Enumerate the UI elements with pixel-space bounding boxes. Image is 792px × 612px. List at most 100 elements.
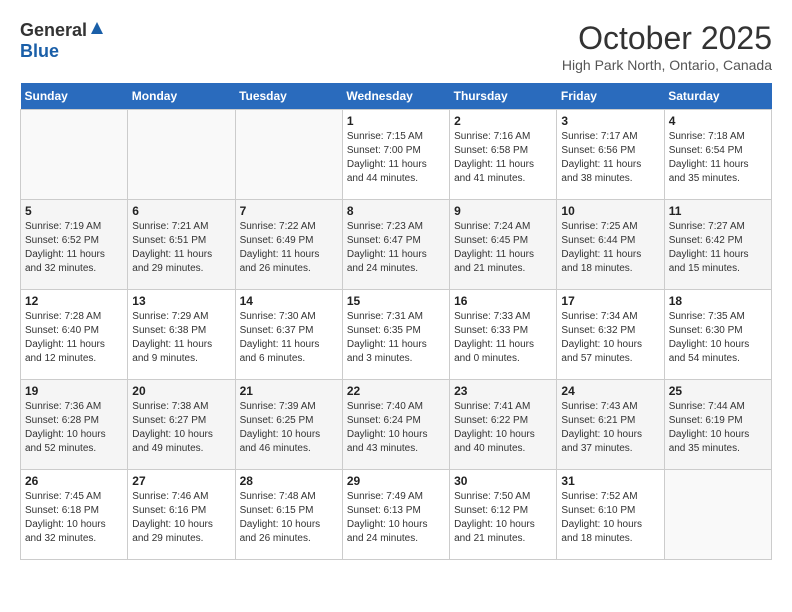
- day-number: 21: [240, 384, 338, 398]
- calendar-cell: 18 Sunrise: 7:35 AM Sunset: 6:30 PM Dayli…: [664, 290, 771, 380]
- day-info: Sunrise: 7:28 AM Sunset: 6:40 PM Dayligh…: [25, 310, 123, 366]
- calendar-cell: 28Sunrise: 7:48 AM Sunset: 6:15 PM Dayli…: [235, 470, 342, 560]
- day-number: 27: [132, 474, 230, 488]
- day-info: Sunrise: 7:30 AM Sunset: 6:37 PM Dayligh…: [240, 310, 338, 366]
- calendar-week-row: 19 Sunrise: 7:36 AM Sunset: 6:28 PM Dayli…: [21, 380, 772, 470]
- day-number: 14: [240, 294, 338, 308]
- calendar-week-row: 1Sunrise: 7:15 AM Sunset: 7:00 PM Daylig…: [21, 110, 772, 200]
- day-number: 26: [25, 474, 123, 488]
- day-info: Sunrise: 7:27 AM Sunset: 6:42 PM Dayligh…: [669, 220, 767, 276]
- calendar-cell: 29 Sunrise: 7:49 AM Sunset: 6:13 PM Dayli…: [342, 470, 449, 560]
- calendar-cell: 10 Sunrise: 7:25 AM Sunset: 6:44 PM Dayli…: [557, 200, 664, 290]
- logo-icon: [89, 20, 105, 41]
- day-info: Sunrise: 7:16 AM Sunset: 6:58 PM Dayligh…: [454, 130, 552, 186]
- day-number: 25: [669, 384, 767, 398]
- day-info: Sunrise: 7:41 AM Sunset: 6:22 PM Dayligh…: [454, 400, 552, 456]
- calendar-cell: 4 Sunrise: 7:18 AM Sunset: 6:54 PM Daylig…: [664, 110, 771, 200]
- weekday-header-wednesday: Wednesday: [342, 83, 449, 110]
- day-number: 24: [561, 384, 659, 398]
- day-info: Sunrise: 7:46 AM Sunset: 6:16 PM Dayligh…: [132, 490, 230, 546]
- calendar-week-row: 26 Sunrise: 7:45 AM Sunset: 6:18 PM Dayli…: [21, 470, 772, 560]
- logo-general: General: [20, 20, 87, 41]
- day-info: Sunrise: 7:44 AM Sunset: 6:19 PM Dayligh…: [669, 400, 767, 456]
- location: High Park North, Ontario, Canada: [562, 57, 772, 73]
- day-info: Sunrise: 7:18 AM Sunset: 6:54 PM Dayligh…: [669, 130, 767, 186]
- title-block: October 2025 High Park North, Ontario, C…: [562, 20, 772, 73]
- day-info: Sunrise: 7:39 AM Sunset: 6:25 PM Dayligh…: [240, 400, 338, 456]
- day-info: Sunrise: 7:50 AM Sunset: 6:12 PM Dayligh…: [454, 490, 552, 546]
- calendar-cell: 11 Sunrise: 7:27 AM Sunset: 6:42 PM Dayli…: [664, 200, 771, 290]
- calendar-cell: 1Sunrise: 7:15 AM Sunset: 7:00 PM Daylig…: [342, 110, 449, 200]
- day-number: 5: [25, 204, 123, 218]
- day-info: Sunrise: 7:33 AM Sunset: 6:33 PM Dayligh…: [454, 310, 552, 366]
- day-info: Sunrise: 7:45 AM Sunset: 6:18 PM Dayligh…: [25, 490, 123, 546]
- calendar-cell: 2 Sunrise: 7:16 AM Sunset: 6:58 PM Daylig…: [450, 110, 557, 200]
- calendar-cell: 7 Sunrise: 7:22 AM Sunset: 6:49 PM Daylig…: [235, 200, 342, 290]
- calendar-cell: 9 Sunrise: 7:24 AM Sunset: 6:45 PM Daylig…: [450, 200, 557, 290]
- calendar-cell: 15 Sunrise: 7:31 AM Sunset: 6:35 PM Dayli…: [342, 290, 449, 380]
- day-info: Sunrise: 7:23 AM Sunset: 6:47 PM Dayligh…: [347, 220, 445, 276]
- calendar-cell: 26 Sunrise: 7:45 AM Sunset: 6:18 PM Dayli…: [21, 470, 128, 560]
- calendar-cell: 22Sunrise: 7:40 AM Sunset: 6:24 PM Dayli…: [342, 380, 449, 470]
- day-info: Sunrise: 7:35 AM Sunset: 6:30 PM Dayligh…: [669, 310, 767, 366]
- day-number: 10: [561, 204, 659, 218]
- calendar-cell: 14 Sunrise: 7:30 AM Sunset: 6:37 PM Dayli…: [235, 290, 342, 380]
- day-number: 20: [132, 384, 230, 398]
- day-info: Sunrise: 7:36 AM Sunset: 6:28 PM Dayligh…: [25, 400, 123, 456]
- calendar-cell: 3Sunrise: 7:17 AM Sunset: 6:56 PM Daylig…: [557, 110, 664, 200]
- day-number: 4: [669, 114, 767, 128]
- calendar-cell: 20Sunrise: 7:38 AM Sunset: 6:27 PM Dayli…: [128, 380, 235, 470]
- calendar-header-row: SundayMondayTuesdayWednesdayThursdayFrid…: [21, 83, 772, 110]
- day-number: 30: [454, 474, 552, 488]
- day-number: 2: [454, 114, 552, 128]
- calendar-cell: 12 Sunrise: 7:28 AM Sunset: 6:40 PM Dayli…: [21, 290, 128, 380]
- page-header: General Blue October 2025 High Park Nort…: [20, 20, 772, 73]
- day-number: 18: [669, 294, 767, 308]
- day-number: 15: [347, 294, 445, 308]
- day-info: Sunrise: 7:43 AM Sunset: 6:21 PM Dayligh…: [561, 400, 659, 456]
- day-number: 31: [561, 474, 659, 488]
- calendar-cell: 16Sunrise: 7:33 AM Sunset: 6:33 PM Dayli…: [450, 290, 557, 380]
- day-number: 29: [347, 474, 445, 488]
- day-number: 19: [25, 384, 123, 398]
- calendar-cell: [235, 110, 342, 200]
- logo: General Blue: [20, 20, 105, 62]
- weekday-header-saturday: Saturday: [664, 83, 771, 110]
- calendar-cell: 19 Sunrise: 7:36 AM Sunset: 6:28 PM Dayli…: [21, 380, 128, 470]
- month-title: October 2025: [562, 20, 772, 57]
- calendar-cell: 27 Sunrise: 7:46 AM Sunset: 6:16 PM Dayli…: [128, 470, 235, 560]
- day-info: Sunrise: 7:24 AM Sunset: 6:45 PM Dayligh…: [454, 220, 552, 276]
- day-number: 17: [561, 294, 659, 308]
- calendar-cell: [128, 110, 235, 200]
- day-info: Sunrise: 7:25 AM Sunset: 6:44 PM Dayligh…: [561, 220, 659, 276]
- day-number: 23: [454, 384, 552, 398]
- calendar-cell: 8 Sunrise: 7:23 AM Sunset: 6:47 PM Daylig…: [342, 200, 449, 290]
- calendar-cell: [21, 110, 128, 200]
- calendar-week-row: 12 Sunrise: 7:28 AM Sunset: 6:40 PM Dayli…: [21, 290, 772, 380]
- day-info: Sunrise: 7:48 AM Sunset: 6:15 PM Dayligh…: [240, 490, 338, 546]
- day-info: Sunrise: 7:34 AM Sunset: 6:32 PM Dayligh…: [561, 310, 659, 366]
- day-info: Sunrise: 7:40 AM Sunset: 6:24 PM Dayligh…: [347, 400, 445, 456]
- day-info: Sunrise: 7:19 AM Sunset: 6:52 PM Dayligh…: [25, 220, 123, 276]
- calendar-cell: 30 Sunrise: 7:50 AM Sunset: 6:12 PM Dayli…: [450, 470, 557, 560]
- day-number: 6: [132, 204, 230, 218]
- day-number: 13: [132, 294, 230, 308]
- calendar-cell: 5 Sunrise: 7:19 AM Sunset: 6:52 PM Daylig…: [21, 200, 128, 290]
- day-number: 11: [669, 204, 767, 218]
- day-info: Sunrise: 7:29 AM Sunset: 6:38 PM Dayligh…: [132, 310, 230, 366]
- day-number: 7: [240, 204, 338, 218]
- day-info: Sunrise: 7:49 AM Sunset: 6:13 PM Dayligh…: [347, 490, 445, 546]
- weekday-header-thursday: Thursday: [450, 83, 557, 110]
- calendar-table: SundayMondayTuesdayWednesdayThursdayFrid…: [20, 83, 772, 560]
- day-info: Sunrise: 7:15 AM Sunset: 7:00 PM Dayligh…: [347, 130, 445, 186]
- day-number: 8: [347, 204, 445, 218]
- calendar-cell: 17 Sunrise: 7:34 AM Sunset: 6:32 PM Dayli…: [557, 290, 664, 380]
- day-info: Sunrise: 7:31 AM Sunset: 6:35 PM Dayligh…: [347, 310, 445, 366]
- weekday-header-monday: Monday: [128, 83, 235, 110]
- day-number: 12: [25, 294, 123, 308]
- calendar-cell: [664, 470, 771, 560]
- calendar-cell: 21 Sunrise: 7:39 AM Sunset: 6:25 PM Dayli…: [235, 380, 342, 470]
- calendar-cell: 23 Sunrise: 7:41 AM Sunset: 6:22 PM Dayli…: [450, 380, 557, 470]
- day-number: 9: [454, 204, 552, 218]
- day-info: Sunrise: 7:22 AM Sunset: 6:49 PM Dayligh…: [240, 220, 338, 276]
